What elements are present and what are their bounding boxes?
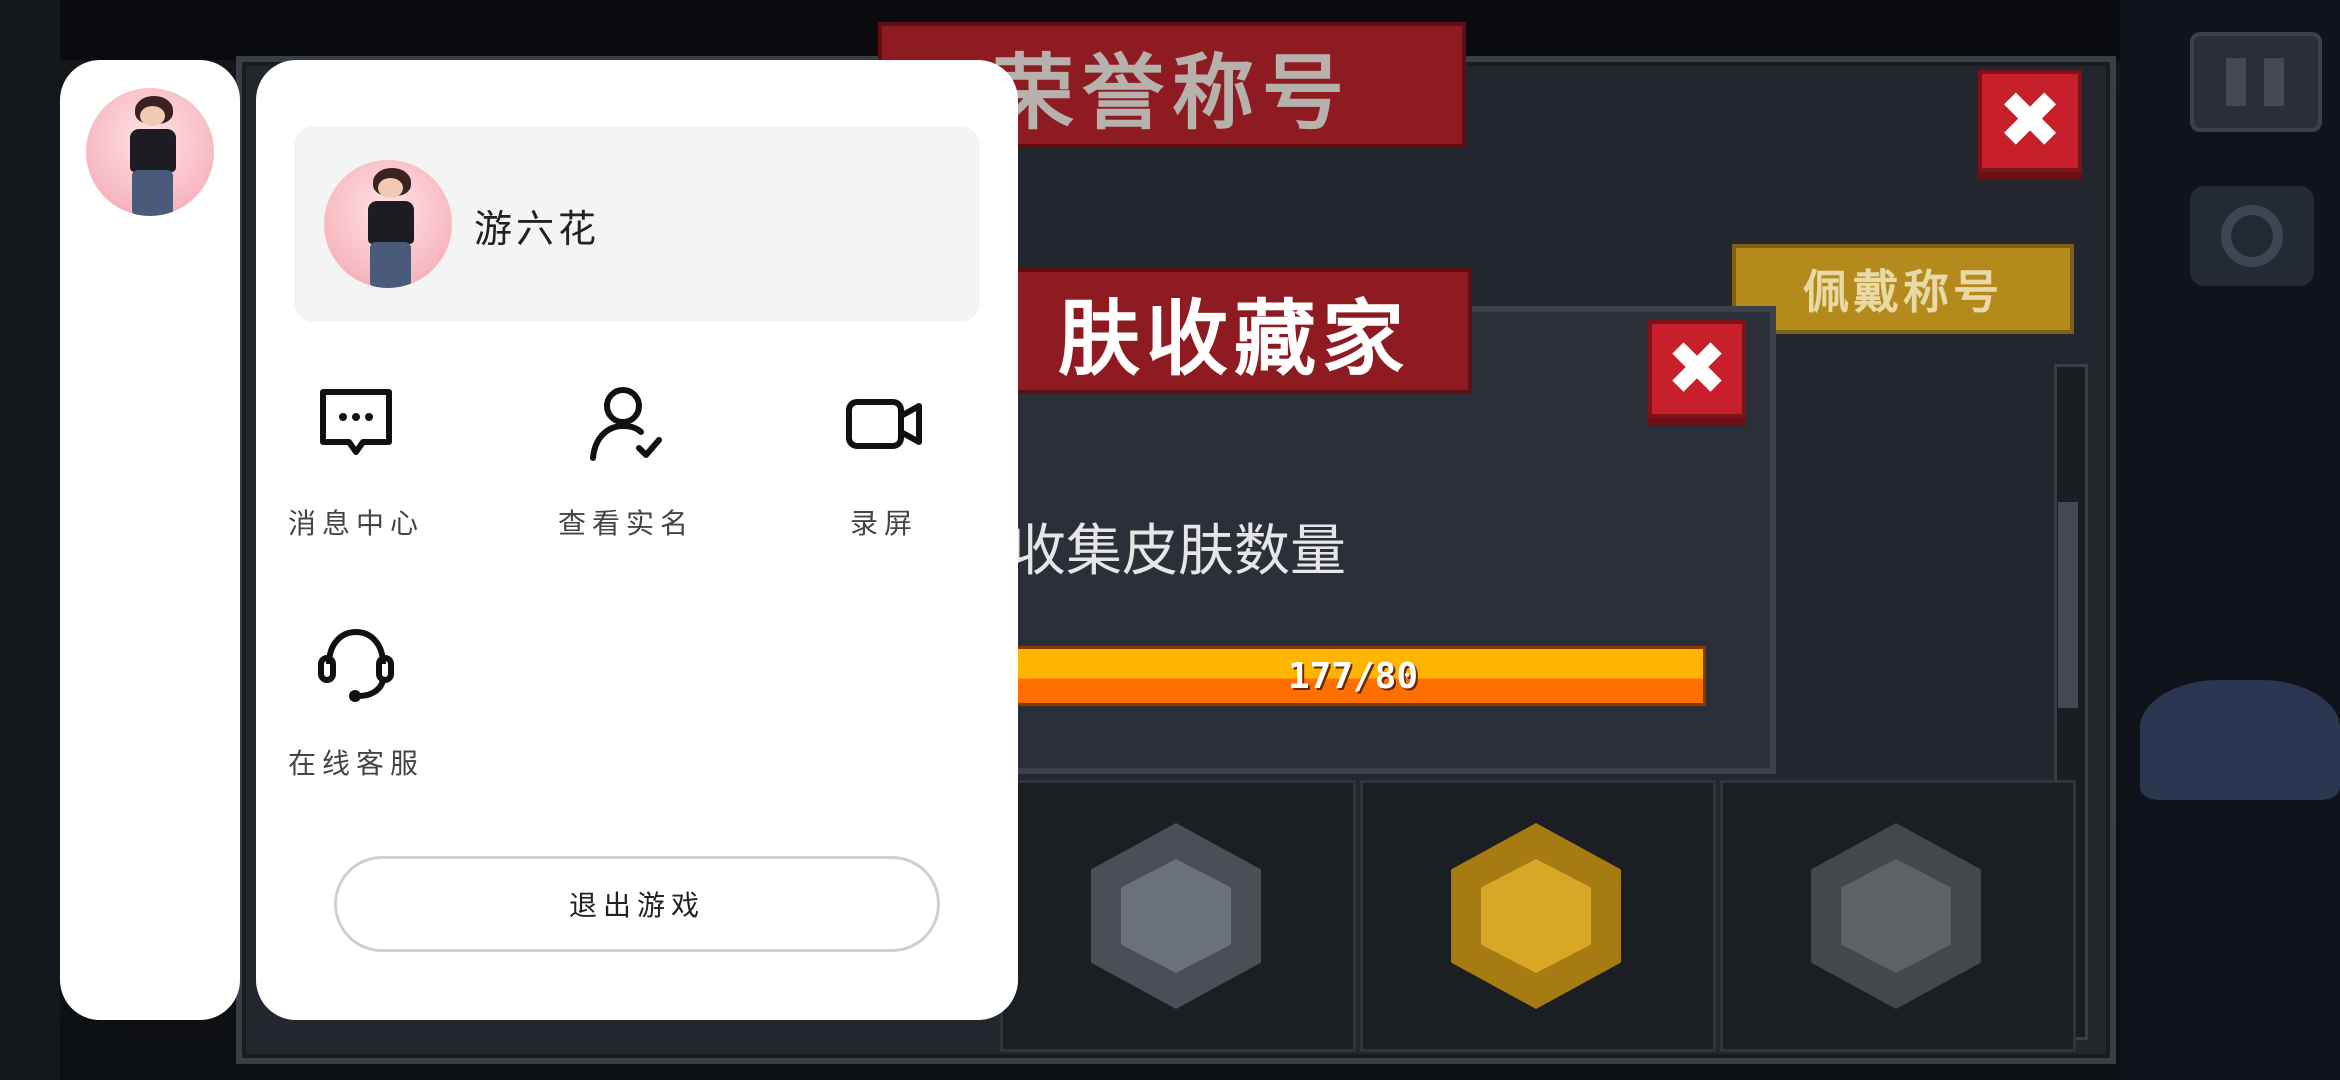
game-character — [2140, 680, 2340, 800]
cat-badge-icon — [1811, 823, 1981, 1009]
pause-button[interactable] — [2190, 32, 2322, 132]
avatar-body — [129, 128, 176, 173]
profile-name: 游六花 — [474, 207, 601, 251]
menu-item-label: 查看实名 — [557, 507, 694, 540]
pause-icon-bar — [2264, 58, 2284, 106]
book-badge-inner — [1481, 859, 1591, 973]
helmet-badge-inner — [1121, 859, 1231, 973]
game-left-hud — [0, 0, 60, 1080]
helmet-badge-icon — [1091, 823, 1261, 1009]
headset-icon — [318, 628, 394, 702]
menu-item-screen-record[interactable]: 录屏 — [784, 378, 984, 548]
avatar-image — [86, 88, 214, 216]
menu-item-message-center[interactable]: 消息中心 — [256, 378, 456, 548]
profile-card[interactable]: 游六花 — [294, 126, 980, 322]
skin-collector-banner: 肤收藏家 — [996, 268, 1472, 394]
cat-badge-inner — [1841, 859, 1951, 973]
wear-title-button[interactable]: 佩戴称号 — [1732, 244, 2074, 334]
video-camera-icon — [846, 399, 922, 449]
menu-side-strip — [60, 60, 240, 1020]
game-right-hud — [2120, 0, 2340, 1080]
skin-progress-bar: 177/80 — [1000, 646, 1706, 706]
user-verify-icon — [590, 387, 662, 461]
message-icon — [320, 389, 392, 455]
menu-item-label: 录屏 — [849, 507, 918, 540]
badge-cell[interactable] — [1720, 780, 2076, 1052]
avatar-legs — [132, 169, 174, 216]
avatar-body — [367, 200, 414, 245]
badge-cell[interactable] — [1360, 780, 1716, 1052]
close-icon: ✖ — [1997, 76, 2063, 166]
menu-item-label: 消息中心 — [287, 507, 424, 540]
avatar-image — [324, 160, 452, 288]
skin-close-button[interactable]: ✖ — [1648, 320, 1746, 418]
skin-count-label: 收集皮肤数量 — [1010, 519, 1346, 584]
menu-item-online-support[interactable]: 在线客服 — [256, 618, 456, 788]
menu-item-label: 在线客服 — [287, 747, 424, 780]
account-menu-panel: 游六花 消息中心 查看实名 录屏 在线客服 退出游戏 — [256, 60, 1018, 1020]
menu-item-view-real-name[interactable]: 查看实名 — [526, 378, 726, 548]
avatar[interactable] — [86, 88, 214, 216]
progress-text: 177/80 — [1287, 655, 1419, 697]
refresh-icon — [2221, 205, 2283, 267]
swap-weapon-button[interactable] — [2190, 186, 2314, 286]
exit-game-button[interactable]: 退出游戏 — [334, 856, 940, 952]
book-badge-icon — [1451, 823, 1621, 1009]
avatar-legs — [370, 241, 412, 288]
badge-cell[interactable] — [1000, 780, 1356, 1052]
honor-close-button[interactable]: ✖ — [1978, 70, 2082, 172]
close-icon: ✖ — [1665, 326, 1728, 412]
pause-icon — [2226, 58, 2246, 106]
scrollbar-thumb[interactable] — [2058, 502, 2078, 708]
profile-avatar — [324, 160, 452, 288]
